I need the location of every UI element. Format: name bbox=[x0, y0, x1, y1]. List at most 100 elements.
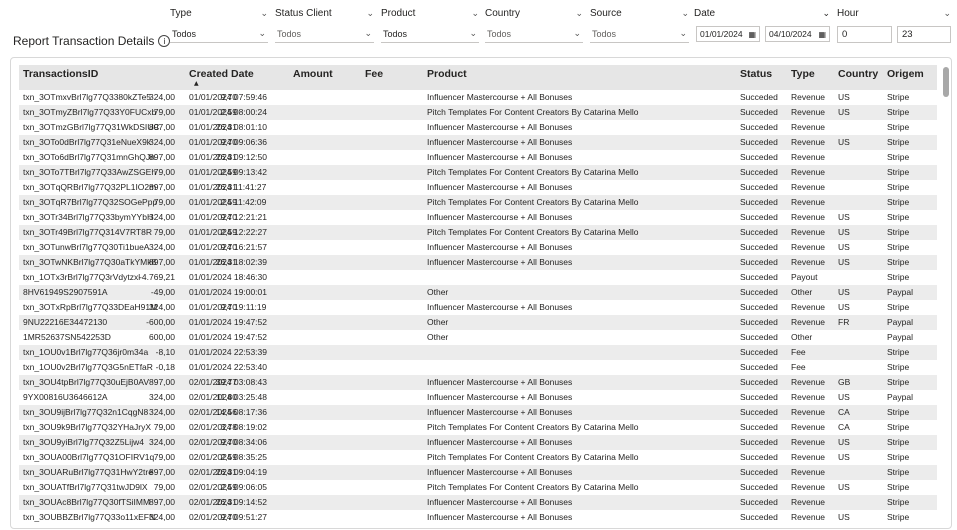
type-slicer-label: Type bbox=[170, 8, 192, 19]
cell-origem: Stripe bbox=[887, 92, 910, 102]
table-row[interactable]: txn_3OU9yiBrl7lg77Q32Z5Lijw4 02/01/2024 0… bbox=[19, 435, 937, 450]
table-row[interactable]: txn_3OU4tpBrl7lg77Q30uEjB0AV 02/01/2024 0… bbox=[19, 375, 937, 390]
chevron-down-icon[interactable]: ⌄ bbox=[681, 6, 689, 22]
chevron-down-icon[interactable]: ⌄ bbox=[822, 6, 830, 22]
cell-origem: Stripe bbox=[887, 302, 910, 312]
table-row[interactable]: txn_3OTwNKBrl7lg77Q30aTkYMk8 01/01/2024 1… bbox=[19, 255, 937, 270]
table-row[interactable]: txn_3OTr34Brl7lg77Q33bymYYbH 01/01/2024 1… bbox=[19, 210, 937, 225]
status-client-dropdown[interactable]: Todos ⌄ bbox=[275, 26, 374, 43]
table-row[interactable]: txn_3OTxRpBrl7lg77Q33DEaH91M 01/01/2024 1… bbox=[19, 300, 937, 315]
cell-fee: 9,70 bbox=[220, 437, 237, 447]
table-row[interactable]: txn_3OTo7TBrl7lg77Q33AwZSGEh 01/01/2024 0… bbox=[19, 165, 937, 180]
cell-country: US bbox=[838, 212, 850, 222]
table-row[interactable]: txn_3OU9ijBrl7lg77Q32n1CqgN8 02/01/2024 0… bbox=[19, 405, 937, 420]
info-icon[interactable]: i bbox=[158, 35, 171, 47]
product-slicer-label: Product bbox=[381, 8, 416, 19]
chevron-down-icon: ⌄ bbox=[258, 29, 266, 39]
end-date-input[interactable]: 04/10/2024 ▦ bbox=[765, 26, 830, 42]
cell-type: Revenue bbox=[791, 437, 826, 447]
cell-type: Payout bbox=[791, 272, 818, 282]
type-dropdown[interactable]: Todos ⌄ bbox=[170, 26, 268, 43]
cell-type: Revenue bbox=[791, 257, 826, 267]
sort-ascending-icon[interactable]: ▲ bbox=[194, 80, 199, 87]
type-slicer: Type ⌄ Todos ⌄ bbox=[170, 6, 268, 46]
scrollbar-thumb[interactable] bbox=[943, 67, 949, 97]
cell-status: Succeded bbox=[740, 242, 778, 252]
cell-product: Pitch Templates For Content Creators By … bbox=[427, 482, 639, 492]
chevron-down-icon: ⌄ bbox=[679, 29, 687, 39]
cell-status: Succeded bbox=[740, 452, 778, 462]
date-slicer-label: Date bbox=[694, 8, 716, 19]
header-country[interactable]: Country bbox=[838, 68, 878, 80]
header-transactions-id[interactable]: TransactionsID bbox=[23, 68, 98, 80]
header-fee[interactable]: Fee bbox=[365, 68, 383, 80]
cell-transaction-id: txn_3OTo0dBrl7lg77Q31eNueX9k bbox=[23, 137, 152, 147]
cell-transaction-id: txn_3OTmxvBrl7lg77Q3380kZTe5 bbox=[23, 92, 152, 102]
header-created-date[interactable]: Created Date bbox=[189, 68, 254, 80]
start-date-input[interactable]: 01/01/2024 ▦ bbox=[696, 26, 760, 42]
cell-origem: Stripe bbox=[887, 437, 910, 447]
header-status[interactable]: Status bbox=[740, 68, 772, 80]
cell-country: US bbox=[838, 452, 850, 462]
table-row[interactable]: txn_3OTunwBrl7lg77Q30Ti1bueA 01/01/2024 1… bbox=[19, 240, 937, 255]
chevron-down-icon[interactable]: ⌄ bbox=[471, 6, 479, 22]
hour-min-input[interactable]: 0 bbox=[837, 26, 892, 43]
table-row[interactable]: 9NU22216E34472130 01/01/2024 19:47:52 -600… bbox=[19, 315, 937, 330]
cell-country: US bbox=[838, 392, 850, 402]
cell-country: FR bbox=[838, 317, 850, 327]
cell-product: Influencer Mastercourse + All Bonuses bbox=[427, 302, 573, 312]
vertical-scrollbar[interactable] bbox=[942, 65, 950, 521]
cell-product: Pitch Templates For Content Creators By … bbox=[427, 452, 639, 462]
table-row[interactable]: 9YX00816U3646612A 02/01/2024 03:25:48 324,… bbox=[19, 390, 937, 405]
chevron-down-icon[interactable]: ⌄ bbox=[260, 6, 268, 22]
hour-max-input[interactable]: 23 bbox=[897, 26, 951, 43]
cell-transaction-id: txn_3OTxRpBrl7lg77Q33DEaH91M bbox=[23, 302, 158, 312]
table-row[interactable]: txn_3OUA00Brl7lg77Q31OFIRV1q 02/01/2024 0… bbox=[19, 450, 937, 465]
table-row[interactable]: txn_3OUBBZBrl7lg77Q33o11xEFN 02/01/2024 0… bbox=[19, 510, 937, 525]
table-row[interactable]: txn_3OUATfBrl7lg77Q31twJD9lX 02/01/2024 0… bbox=[19, 480, 937, 495]
chevron-down-icon[interactable]: ⌄ bbox=[575, 6, 583, 22]
table-row[interactable]: txn_3OTo0dBrl7lg77Q31eNueX9k 01/01/2024 0… bbox=[19, 135, 937, 150]
table-row[interactable]: txn_3OTqQRBrl7lg77Q32PL1IO2m 01/01/2024 1… bbox=[19, 180, 937, 195]
cell-amount: 897,00 bbox=[149, 497, 175, 507]
cell-transaction-id: txn_3OUAc8Brl7lg77Q30fTSiIMM bbox=[23, 497, 151, 507]
cell-product: Influencer Mastercourse + All Bonuses bbox=[427, 437, 573, 447]
cell-type: Revenue bbox=[791, 227, 826, 237]
table-row[interactable]: txn_1OU0v1Brl7lg77Q36jr0m34a 01/01/2024 2… bbox=[19, 345, 937, 360]
chevron-down-icon[interactable]: ⌄ bbox=[943, 6, 951, 22]
table-row[interactable]: 1MR52637SN542253D 01/01/2024 19:47:52 600,… bbox=[19, 330, 937, 345]
cell-amount: 600,00 bbox=[149, 332, 175, 342]
country-dropdown[interactable]: Todos ⌄ bbox=[485, 26, 583, 43]
cell-product: Other bbox=[427, 332, 449, 342]
cell-product: Pitch Templates For Content Creators By … bbox=[427, 197, 639, 207]
cell-status: Succeded bbox=[740, 182, 778, 192]
table-row[interactable]: txn_3OUARuBrl7lg77Q31HwY2tre 02/01/2024 0… bbox=[19, 465, 937, 480]
header-origem[interactable]: Origem bbox=[887, 68, 924, 80]
chevron-down-icon[interactable]: ⌄ bbox=[366, 6, 374, 22]
source-dropdown[interactable]: Todos ⌄ bbox=[590, 26, 689, 43]
table-row[interactable]: txn_3OTmzGBrl7lg77Q31WkDSIUC 01/01/2024 0… bbox=[19, 120, 937, 135]
cell-origem: Stripe bbox=[887, 482, 910, 492]
table-row[interactable]: txn_3OTo6dBrl7lg77Q31mnGhQJn 01/01/2024 0… bbox=[19, 150, 937, 165]
table-row[interactable]: txn_3OTmyZBrl7lg77Q33Y0FUCxb 01/01/2024 0… bbox=[19, 105, 937, 120]
chevron-down-icon: ⌄ bbox=[573, 29, 581, 39]
table-row[interactable]: txn_3OUAc8Brl7lg77Q30fTSiIMM 02/01/2024 0… bbox=[19, 495, 937, 510]
chevron-down-icon: ⌄ bbox=[364, 29, 372, 39]
table-row[interactable]: txn_1OU0v2Brl7lg77Q3G5nETfaR 01/01/2024 2… bbox=[19, 360, 937, 375]
calendar-icon[interactable]: ▦ bbox=[748, 30, 756, 39]
table-row[interactable]: txn_1OTx3rBrl7lg77Q3rVdytzxl 01/01/2024 1… bbox=[19, 270, 937, 285]
header-type[interactable]: Type bbox=[791, 68, 815, 80]
cell-origem: Stripe bbox=[887, 467, 910, 477]
table-row[interactable]: txn_3OU9k9Brl7lg77Q32YHaJryX 02/01/2024 0… bbox=[19, 420, 937, 435]
table-row[interactable]: txn_3OTr49Brl7lg77Q314V7RT8R 01/01/2024 1… bbox=[19, 225, 937, 240]
table-row[interactable]: 8HV61949S2907591A 01/01/2024 19:00:01 -49,… bbox=[19, 285, 937, 300]
cell-amount: 324,00 bbox=[149, 212, 175, 222]
header-amount[interactable]: Amount bbox=[293, 68, 333, 80]
cell-type: Revenue bbox=[791, 512, 826, 522]
calendar-icon[interactable]: ▦ bbox=[818, 30, 826, 39]
table-row[interactable]: txn_3OTmxvBrl7lg77Q3380kZTe5 01/01/2024 0… bbox=[19, 90, 937, 105]
transactions-table: TransactionsID Created Date Amount Fee P… bbox=[10, 57, 952, 529]
product-dropdown[interactable]: Todos ⌄ bbox=[381, 26, 479, 43]
table-row[interactable]: txn_3OTqR7Brl7lg77Q32SOGePpp 01/01/2024 1… bbox=[19, 195, 937, 210]
header-product[interactable]: Product bbox=[427, 68, 467, 80]
